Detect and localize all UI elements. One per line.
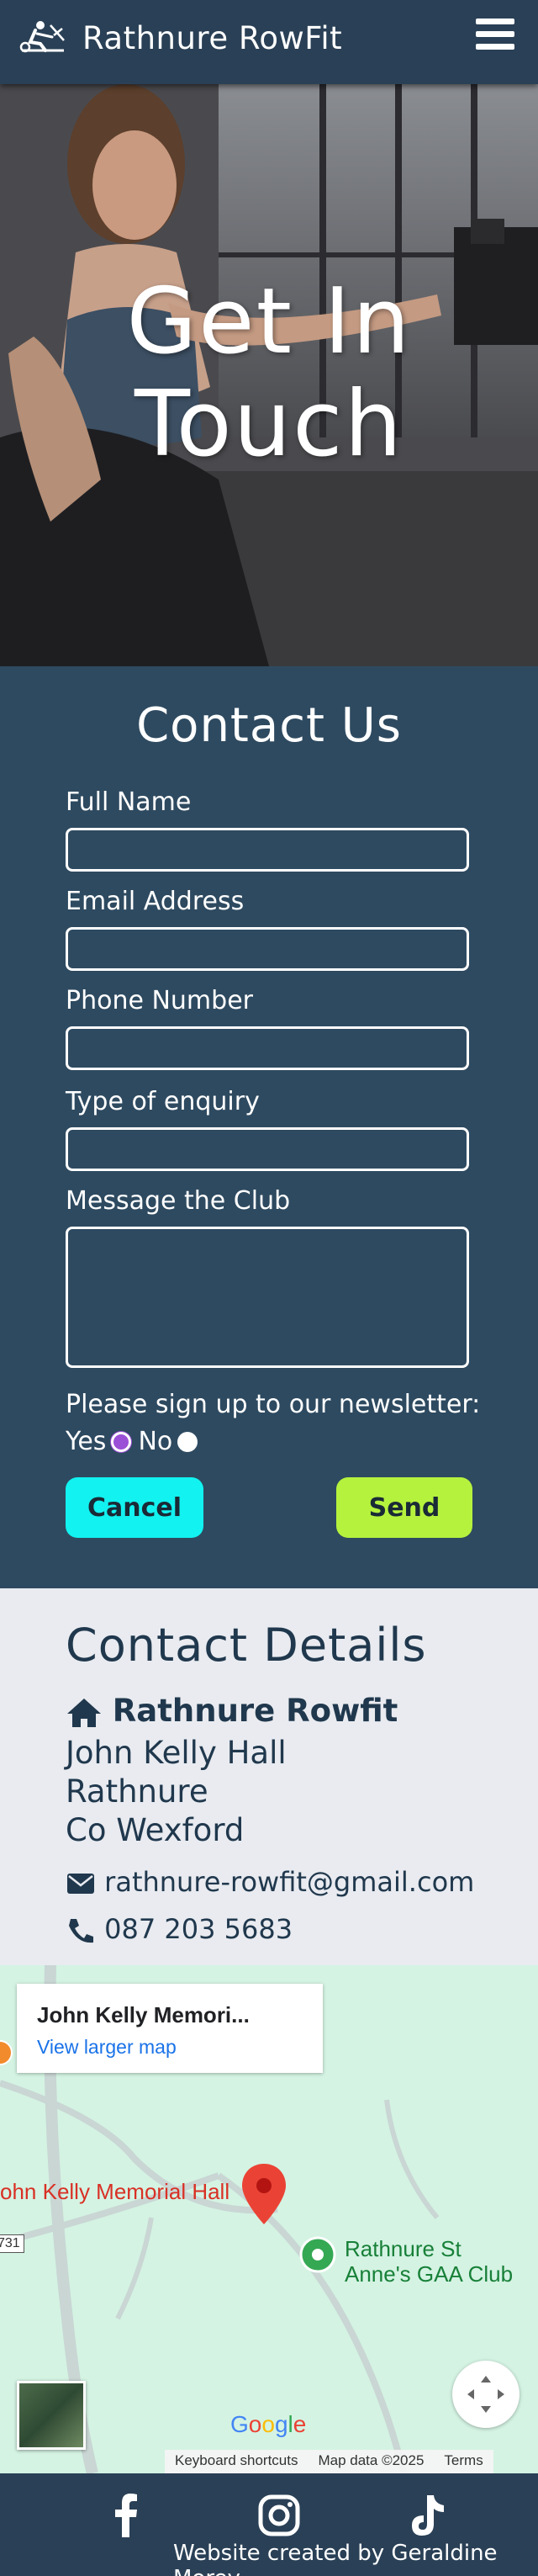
newsletter-no-label: No: [138, 1427, 173, 1456]
envelope-icon: [67, 1874, 94, 1894]
message-textarea[interactable]: [66, 1227, 469, 1368]
road-number-sign: 731: [0, 2234, 24, 2253]
hero-title: Get In Touch: [126, 269, 412, 477]
move-arrows-icon: [467, 2376, 504, 2413]
full-name-label: Full Name: [66, 787, 192, 817]
newsletter-prompt: Please sign up to our newsletter:: [66, 1390, 481, 1419]
email-label: Email Address: [66, 887, 245, 916]
contact-details-title: Contact Details: [66, 1619, 427, 1672]
contact-phone[interactable]: 087 203 5683: [104, 1913, 293, 1945]
facebook-icon[interactable]: [101, 2490, 151, 2541]
send-button[interactable]: Send: [336, 1477, 472, 1538]
club-name-row: Rathnure Rowfit: [66, 1693, 398, 1729]
newsletter-options: Yes No: [66, 1427, 204, 1456]
phone-row: 087 203 5683: [66, 1913, 293, 1945]
map-marker-label: ohn Kelly Memorial Hall: [0, 2179, 230, 2204]
email-row: rathnure-rowfit@gmail.com: [66, 1866, 474, 1898]
full-name-input[interactable]: [66, 828, 469, 872]
phone-icon: [69, 1919, 93, 1943]
hero-banner: Get In Touch: [0, 84, 538, 666]
newsletter-no-radio[interactable]: [177, 1431, 198, 1452]
rower-icon[interactable]: [15, 19, 69, 56]
location-pin-icon[interactable]: [240, 2162, 287, 2226]
contact-title: Contact Us: [136, 698, 402, 753]
enquiry-type-label: Type of enquiry: [66, 1087, 260, 1116]
satellite-toggle[interactable]: [17, 2381, 86, 2450]
address-line-1: John Kelly Hall: [66, 1735, 287, 1771]
address-line-3: Co Wexford: [66, 1812, 245, 1848]
contact-details-section: Contact Details Rathnure Rowfit John Kel…: [0, 1588, 538, 1965]
cancel-button[interactable]: Cancel: [66, 1477, 203, 1538]
club-name: Rathnure Rowfit: [112, 1693, 398, 1729]
google-logo: Google: [230, 2411, 307, 2437]
newsletter-yes-label: Yes: [66, 1427, 107, 1456]
address-line-2: Rathnure: [66, 1773, 208, 1810]
map-poi-label[interactable]: Rathnure St Anne's GAA Club: [345, 2236, 513, 2287]
hamburger-menu-icon[interactable]: [476, 19, 516, 54]
embedded-map[interactable]: John Kelly Memori... View larger map ohn…: [0, 1965, 538, 2473]
instagram-icon[interactable]: [254, 2490, 304, 2541]
footer-credit: Website created by Geraldine Morey: [173, 2541, 498, 2576]
contact-email[interactable]: rathnure-rowfit@gmail.com: [104, 1866, 474, 1898]
newsletter-yes-radio[interactable]: [111, 1431, 132, 1452]
phone-input[interactable]: [66, 1026, 469, 1070]
site-footer: Website created by Geraldine Morey: [0, 2473, 538, 2576]
message-label: Message the Club: [66, 1186, 291, 1216]
phone-label: Phone Number: [66, 986, 253, 1015]
map-place-title: John Kelly Memori...: [37, 2002, 250, 2027]
view-larger-map-link[interactable]: View larger map: [37, 2036, 177, 2059]
map-data-label: Map data ©2025: [318, 2452, 425, 2468]
site-header: Rathnure RowFit: [0, 0, 538, 84]
email-input[interactable]: [66, 927, 469, 971]
terms-link[interactable]: Terms: [434, 2450, 493, 2473]
tiktok-icon[interactable]: [402, 2490, 452, 2541]
enquiry-type-input[interactable]: [66, 1127, 469, 1171]
map-place-card: John Kelly Memori... View larger map: [17, 1984, 323, 2073]
brand-title[interactable]: Rathnure RowFit: [82, 20, 342, 56]
page: Rathnure RowFit Get In Touch Contact Us …: [0, 0, 538, 2576]
keyboard-shortcuts-link[interactable]: Keyboard shortcuts: [165, 2450, 308, 2473]
map-attribution: Keyboard shortcuts Map data ©2025 Terms: [165, 2450, 493, 2473]
map-pan-control[interactable]: [452, 2361, 520, 2428]
contact-form-section: Contact Us Full Name Email Address Phone…: [0, 666, 538, 1588]
home-icon: [67, 1698, 101, 1727]
